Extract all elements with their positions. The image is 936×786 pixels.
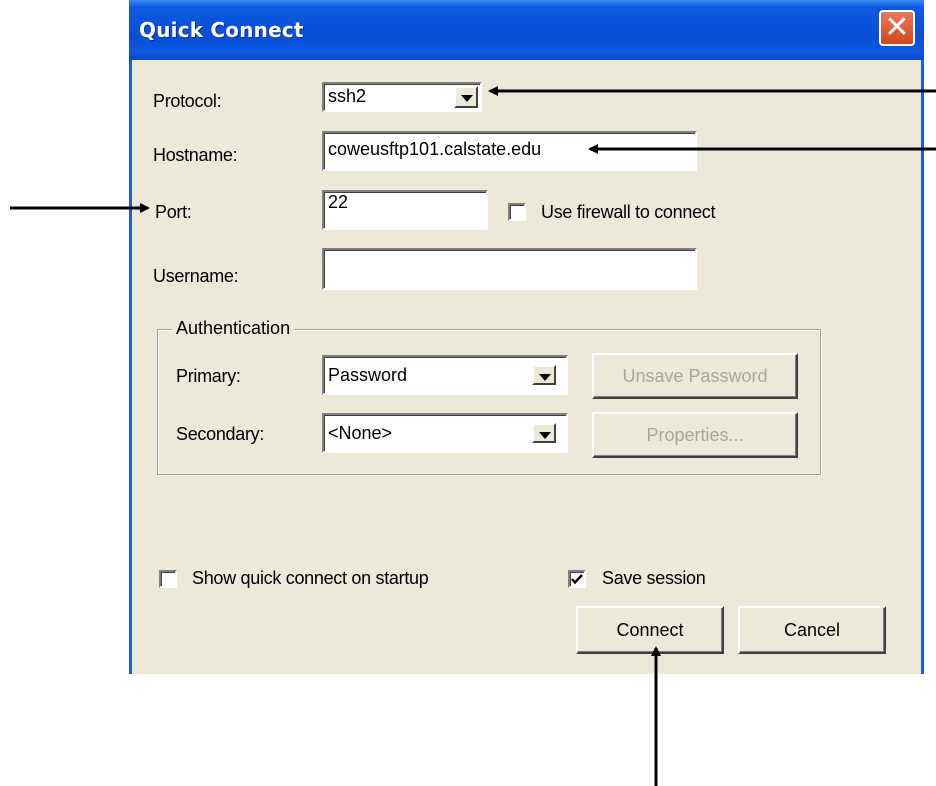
annotation-arrows xyxy=(10,86,936,786)
